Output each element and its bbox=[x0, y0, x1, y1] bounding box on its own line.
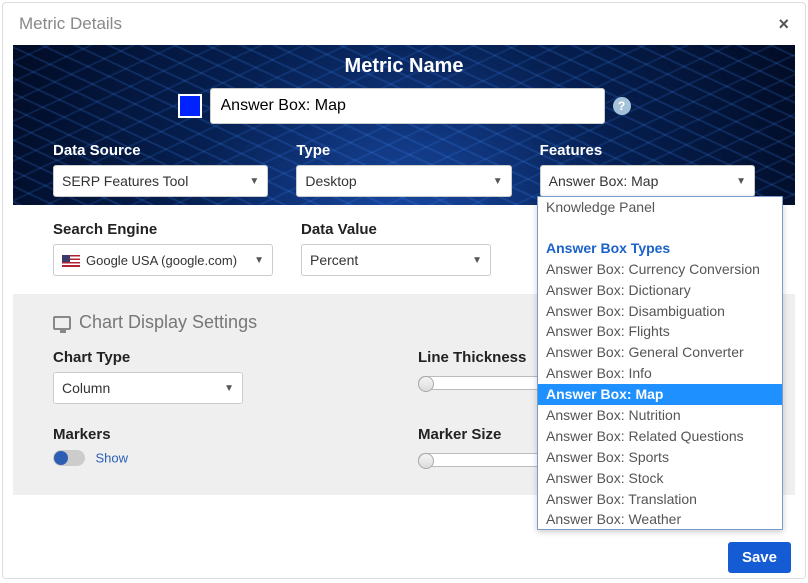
close-icon[interactable]: × bbox=[778, 14, 789, 35]
dropdown-item-selected[interactable]: Answer Box: Map bbox=[538, 384, 782, 405]
chart-type-value: Column bbox=[62, 380, 110, 396]
dropdown-item[interactable]: Answer Box: Currency Conversion bbox=[538, 259, 782, 280]
dropdown-item[interactable]: Answer Box: Disambiguation bbox=[538, 301, 782, 322]
dropdown-item[interactable]: Answer Box: General Converter bbox=[538, 342, 782, 363]
monitor-icon bbox=[53, 316, 71, 330]
dropdown-item[interactable]: Answer Box: Translation bbox=[538, 489, 782, 510]
dropdown-group-header: Answer Box Types bbox=[538, 238, 782, 259]
color-swatch[interactable] bbox=[178, 94, 202, 118]
modal-header: Metric Details × bbox=[3, 3, 805, 45]
dropdown-item[interactable]: Answer Box: Weather bbox=[538, 509, 782, 529]
modal-title: Metric Details bbox=[19, 14, 122, 34]
chevron-down-icon: ▼ bbox=[249, 176, 259, 187]
save-button[interactable]: Save bbox=[728, 542, 791, 573]
chevron-down-icon: ▼ bbox=[736, 176, 746, 187]
chevron-down-icon: ▼ bbox=[254, 255, 264, 266]
chevron-down-icon: ▼ bbox=[472, 255, 482, 266]
features-dropdown[interactable]: Knowledge PanelAnswer Box TypesAnswer Bo… bbox=[537, 196, 783, 530]
data-value-select[interactable]: Percent ▼ bbox=[301, 244, 491, 276]
markers-toggle-text: Show bbox=[95, 450, 128, 465]
chart-type-select[interactable]: Column ▼ bbox=[53, 372, 243, 404]
help-icon[interactable]: ? bbox=[613, 97, 631, 115]
dropdown-item[interactable]: Answer Box: Sports bbox=[538, 447, 782, 468]
hero-banner: Metric Name ? Data Source SERP Features … bbox=[13, 45, 795, 205]
type-label: Type bbox=[296, 142, 511, 159]
dropdown-item[interactable]: Answer Box: Dictionary bbox=[538, 280, 782, 301]
chart-type-label: Chart Type bbox=[53, 349, 390, 366]
dropdown-item[interactable]: Answer Box: Nutrition bbox=[538, 405, 782, 426]
data-source-value: SERP Features Tool bbox=[62, 173, 188, 189]
modal: Metric Details × Metric Name ? Data Sour… bbox=[2, 2, 806, 579]
us-flag-icon bbox=[62, 255, 80, 267]
data-value-value: Percent bbox=[310, 252, 358, 268]
modal-footer: Save bbox=[3, 536, 805, 578]
markers-toggle[interactable] bbox=[53, 450, 85, 466]
search-engine-label: Search Engine bbox=[53, 221, 273, 238]
dropdown-gap bbox=[538, 218, 782, 228]
chevron-down-icon: ▼ bbox=[224, 383, 234, 394]
type-select[interactable]: Desktop ▼ bbox=[296, 165, 511, 197]
features-dropdown-scroll[interactable]: Knowledge PanelAnswer Box TypesAnswer Bo… bbox=[538, 197, 782, 529]
dropdown-item[interactable]: Answer Box: Stock bbox=[538, 468, 782, 489]
search-engine-select[interactable]: Google USA (google.com) ▼ bbox=[53, 244, 273, 276]
metric-name-input[interactable] bbox=[210, 88, 605, 124]
dropdown-item[interactable]: Answer Box: Related Questions bbox=[538, 426, 782, 447]
features-value: Answer Box: Map bbox=[549, 173, 659, 189]
data-value-label: Data Value bbox=[301, 221, 491, 238]
features-label: Features bbox=[540, 142, 755, 159]
type-value: Desktop bbox=[305, 173, 356, 189]
dropdown-item[interactable]: Knowledge Panel bbox=[538, 197, 782, 218]
chevron-down-icon: ▼ bbox=[493, 176, 503, 187]
data-source-select[interactable]: SERP Features Tool ▼ bbox=[53, 165, 268, 197]
dropdown-item[interactable]: Answer Box: Info bbox=[538, 363, 782, 384]
features-select[interactable]: Answer Box: Map ▼ bbox=[540, 165, 755, 197]
data-source-label: Data Source bbox=[53, 142, 268, 159]
metric-name-row: ? bbox=[13, 88, 795, 124]
dropdown-item[interactable]: Answer Box: Flights bbox=[538, 321, 782, 342]
markers-label: Markers bbox=[53, 426, 390, 443]
section-title-text: Chart Display Settings bbox=[79, 312, 257, 333]
hero-title: Metric Name bbox=[13, 55, 795, 78]
search-engine-value: Google USA (google.com) bbox=[62, 253, 237, 268]
